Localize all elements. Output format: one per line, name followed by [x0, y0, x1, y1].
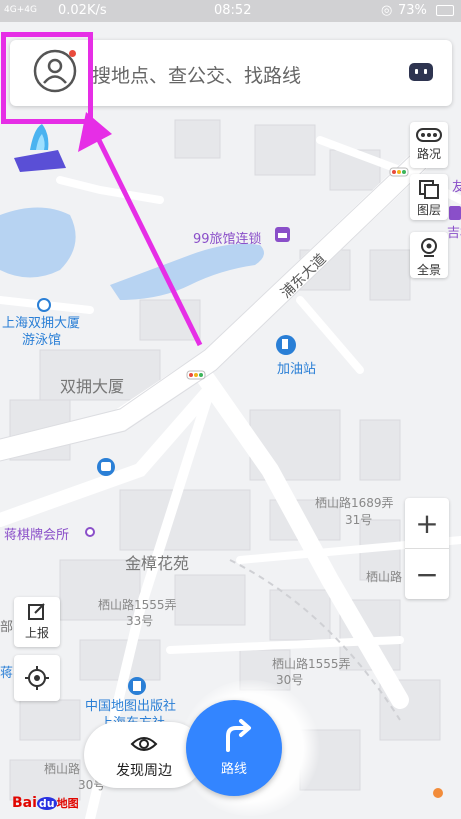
- logo-suffix: 地图: [56, 797, 79, 810]
- zoom-control: + −: [405, 498, 449, 599]
- map-label-addr-bottom: 栖山路: [44, 762, 81, 776]
- route-label: 路线: [220, 762, 247, 777]
- map-label-pool-line2[interactable]: 游泳馆: [22, 329, 61, 348]
- zoom-in-button[interactable]: +: [405, 498, 449, 548]
- network-speed: 0.02K/s: [58, 3, 107, 18]
- route-arrow-icon: [226, 719, 251, 752]
- traffic-light-icon: [389, 167, 409, 177]
- battery-icon: [436, 5, 454, 16]
- locate-button[interactable]: [14, 655, 60, 701]
- map-label-addr-1689-line2: 31号: [345, 513, 373, 527]
- map-label-addr-1555b-line2: 30号: [276, 673, 304, 687]
- hotel-icon[interactable]: [275, 227, 290, 242]
- map-label-edge-left-mid: 部: [0, 620, 14, 635]
- traffic-button[interactable]: 路况: [410, 122, 448, 168]
- report-button[interactable]: 上报: [14, 597, 60, 647]
- clock: 08:52: [214, 3, 252, 18]
- location-icon: ◎: [381, 3, 393, 18]
- map-label-addr-1689-line1: 栖山路1689弄: [315, 496, 394, 510]
- report-label: 上报: [24, 626, 49, 640]
- logo-paw: du: [36, 797, 57, 810]
- map-press-icon[interactable]: [128, 677, 146, 695]
- bus-stop-icon[interactable]: [97, 458, 115, 476]
- map-label-hotel[interactable]: 99旅馆连锁: [193, 228, 262, 247]
- map-label-edge-right-mid: 吉林省: [447, 226, 461, 241]
- eye-icon: [130, 737, 158, 751]
- map-label-edge-left-bottom: 蒋: [0, 666, 14, 681]
- chess-pin-icon[interactable]: [85, 527, 95, 537]
- locate-icon: [25, 666, 49, 690]
- signal-indicator: 4G+4G: [4, 5, 37, 15]
- traffic-light-icon: [186, 370, 206, 380]
- search-input[interactable]: 搜地点、查公交、找路线: [92, 61, 301, 88]
- route-button[interactable]: 路线: [186, 700, 282, 796]
- pool-pin-icon[interactable]: [37, 298, 51, 312]
- map-label-building: 双拥大厦: [60, 377, 125, 396]
- layers-label: 图层: [416, 203, 441, 217]
- baidu-logo: Bai du 地图: [12, 795, 79, 811]
- gas-station-icon[interactable]: [276, 335, 296, 355]
- panorama-icon: [421, 238, 437, 257]
- map-label-gas-station[interactable]: 加油站: [277, 358, 316, 377]
- zoom-out-button[interactable]: −: [405, 549, 449, 599]
- map-label-edge-right-top: 友: [452, 180, 461, 195]
- battery-percent: 73%: [398, 3, 427, 18]
- layers-icon: [419, 180, 439, 199]
- map-label-addr-1555-line1: 栖山路1555弄: [98, 598, 177, 612]
- edge-poi-icon: [449, 206, 461, 220]
- voice-assistant-icon[interactable]: [408, 61, 434, 83]
- map-label-addr-right: 栖山路: [366, 570, 403, 584]
- map-label-addr-1555-line2: 33号: [126, 614, 154, 628]
- map-label-addr-1555b-line1: 栖山路1555弄: [272, 657, 351, 671]
- map-label-garden: 金樟花苑: [125, 554, 190, 573]
- status-bar: 4G+4G 0.02K/s 08:52 ◎ 73%: [0, 0, 461, 22]
- traffic-icon: [416, 128, 442, 142]
- map-label-chess[interactable]: 蒋棋牌会所: [4, 524, 69, 543]
- panorama-label: 全景: [416, 263, 441, 277]
- edit-icon: [28, 603, 45, 620]
- layers-button[interactable]: 图层: [410, 174, 448, 220]
- panorama-button[interactable]: 全景: [410, 232, 448, 278]
- logo-brand: Bai: [12, 795, 37, 811]
- highlight-box: [1, 32, 93, 124]
- traffic-label: 路况: [416, 147, 441, 161]
